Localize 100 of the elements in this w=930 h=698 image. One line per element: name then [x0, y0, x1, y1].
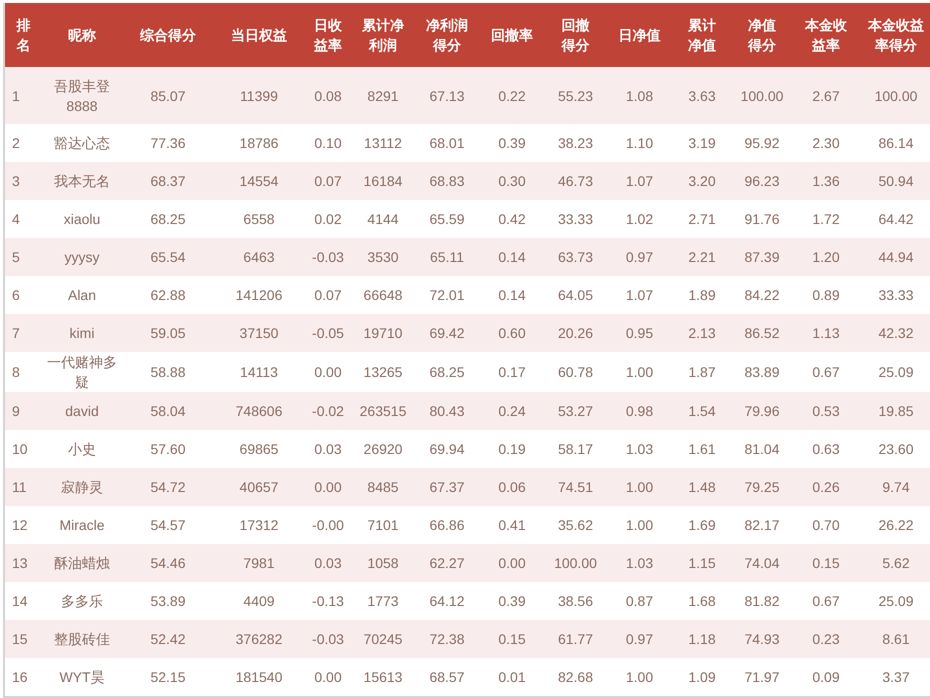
table-cell: david [42, 392, 122, 430]
table-cell: 0.19 [480, 430, 544, 468]
table-cell: 1.00 [607, 658, 672, 696]
table-cell: 8 [5, 352, 42, 392]
table-cell: 0.14 [480, 276, 544, 314]
column-header: 排 名 [5, 3, 42, 67]
table-cell: 68.01 [414, 124, 480, 162]
table-cell: 25.09 [860, 352, 930, 392]
table-cell: 2 [5, 124, 42, 162]
table-cell: 0.15 [792, 544, 860, 582]
column-header: 日收 益率 [304, 3, 352, 67]
table-cell: 1.89 [672, 276, 732, 314]
table-cell: 46.73 [544, 162, 607, 200]
table-cell: 7981 [214, 544, 304, 582]
table-cell: 1.00 [607, 506, 672, 544]
table-cell: 68.37 [122, 162, 214, 200]
table-cell: 0.00 [304, 658, 352, 696]
table-cell: 74.04 [732, 544, 792, 582]
table-cell: 66.86 [414, 506, 480, 544]
table-cell: Alan [42, 276, 122, 314]
table-cell: 1.54 [672, 392, 732, 430]
column-header: 本金收益 率得分 [860, 3, 930, 67]
table-cell: 3530 [352, 238, 414, 276]
table-cell: 0.07 [304, 162, 352, 200]
table-cell: 40657 [214, 468, 304, 506]
table-cell: 15613 [352, 658, 414, 696]
table-cell: 3.19 [672, 124, 732, 162]
table-cell: 52.15 [122, 658, 214, 696]
table-cell: 65.54 [122, 238, 214, 276]
table-cell: 1.36 [792, 162, 860, 200]
table-cell: 54.72 [122, 468, 214, 506]
table-cell: 0.53 [792, 392, 860, 430]
table-cell: 3.20 [672, 162, 732, 200]
table-cell: 62.88 [122, 276, 214, 314]
table-cell: 0.97 [607, 238, 672, 276]
table-cell: 100.00 [544, 544, 607, 582]
table-cell: 小史 [42, 430, 122, 468]
table-cell: 3.37 [860, 658, 930, 696]
table-cell: 0.24 [480, 392, 544, 430]
table-cell: 0.07 [304, 276, 352, 314]
table-cell: 3 [5, 162, 42, 200]
table-cell: 0.01 [480, 658, 544, 696]
table-cell: 0.08 [304, 67, 352, 124]
table-cell: 2.13 [672, 314, 732, 352]
table-cell: 0.09 [792, 658, 860, 696]
table-cell: 17312 [214, 506, 304, 544]
table-cell: 13112 [352, 124, 414, 162]
table-cell: 多多乐 [42, 582, 122, 620]
table-cell: 4 [5, 200, 42, 238]
table-cell: 59.05 [122, 314, 214, 352]
table-cell: 6463 [214, 238, 304, 276]
table-cell: 100.00 [732, 67, 792, 124]
table-cell: 13265 [352, 352, 414, 392]
table-cell: 70245 [352, 620, 414, 658]
table-cell: 66648 [352, 276, 414, 314]
table-cell: 1.72 [792, 200, 860, 238]
table-cell: 2.67 [792, 67, 860, 124]
table-cell: 0.10 [304, 124, 352, 162]
table-cell: 58.04 [122, 392, 214, 430]
table-cell: 74.93 [732, 620, 792, 658]
table-cell: 0.97 [607, 620, 672, 658]
table-cell: 69.94 [414, 430, 480, 468]
column-header: 回撤率 [480, 3, 544, 67]
table-cell: 64.42 [860, 200, 930, 238]
table-cell: 54.57 [122, 506, 214, 544]
table-cell: 0.60 [480, 314, 544, 352]
table-cell: 8291 [352, 67, 414, 124]
table-cell: 1.15 [672, 544, 732, 582]
table-cell: 72.01 [414, 276, 480, 314]
table-cell: 12 [5, 506, 42, 544]
table-cell: 13 [5, 544, 42, 582]
column-header: 本金收 益率 [792, 3, 860, 67]
table-cell: 44.94 [860, 238, 930, 276]
table-cell: 0.06 [480, 468, 544, 506]
table-cell: 181540 [214, 658, 304, 696]
table-cell: 61.77 [544, 620, 607, 658]
table-cell: 68.25 [122, 200, 214, 238]
column-header: 回撤 得分 [544, 3, 607, 67]
table-cell: 65.11 [414, 238, 480, 276]
table-cell: -0.02 [304, 392, 352, 430]
table-cell: 一代赌神多疑 [42, 352, 122, 392]
column-header: 累计 净值 [672, 3, 732, 67]
table-cell: 95.92 [732, 124, 792, 162]
table-cell: 77.36 [122, 124, 214, 162]
table-cell: 74.51 [544, 468, 607, 506]
table-cell: 14554 [214, 162, 304, 200]
table-cell: 60.78 [544, 352, 607, 392]
table-cell: 豁达心态 [42, 124, 122, 162]
table-cell: 100.00 [860, 67, 930, 124]
table-cell: 1.08 [607, 67, 672, 124]
table-cell: -0.03 [304, 620, 352, 658]
table-cell: 0.17 [480, 352, 544, 392]
table-cell: 0.98 [607, 392, 672, 430]
table-cell: 1773 [352, 582, 414, 620]
table-cell: 71.97 [732, 658, 792, 696]
table-cell: 67.37 [414, 468, 480, 506]
table-cell: 53.89 [122, 582, 214, 620]
table-cell: 1.02 [607, 200, 672, 238]
column-header: 综合得分 [122, 3, 214, 67]
table-cell: 33.33 [544, 200, 607, 238]
